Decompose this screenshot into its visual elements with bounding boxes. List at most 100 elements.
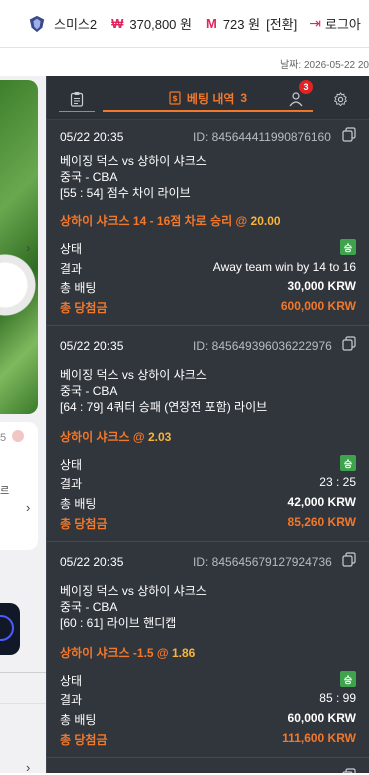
result-row: 결과 23 : 25 xyxy=(60,475,356,491)
payout-value: 111,600 KRW xyxy=(282,731,356,745)
notification-badge: 3 xyxy=(299,80,313,94)
divider xyxy=(0,672,46,673)
mileage-icon: M xyxy=(205,16,217,31)
result-label: 결과 xyxy=(60,477,83,491)
match-name: 베이징 덕스 vs 상하이 샤크스 xyxy=(60,368,207,382)
money-icon: ₩ xyxy=(111,16,124,31)
copy-icon[interactable] xyxy=(342,768,356,773)
stake-label: 총 배팅 xyxy=(60,281,97,295)
result-value: 23 : 25 xyxy=(319,475,356,489)
sub-header: 날짜: 2026-05-22 20 xyxy=(0,48,369,76)
stake-value: 42,000 KRW xyxy=(287,495,356,509)
bet-odds: 1.86 xyxy=(171,646,196,660)
stake-label: 총 배팅 xyxy=(60,713,97,727)
bet-selection: 상하이 샤크스 -1.5 @ 1.86 xyxy=(60,644,195,661)
bet-selection: 상하이 샤크스 @ 2.03 xyxy=(60,428,171,445)
status-label: 상태 xyxy=(60,674,83,688)
bet-date: 05/22 20:35 xyxy=(60,130,124,144)
gear-icon xyxy=(333,91,347,106)
mileage-balance: 723 원 xyxy=(222,17,261,32)
team-logo-icon xyxy=(12,430,24,442)
promo-card[interactable] xyxy=(0,603,20,655)
payout-label: 총 당첨금 xyxy=(60,517,108,531)
svg-text:$: $ xyxy=(172,94,178,103)
receipt-icon: $ xyxy=(169,91,181,105)
match-name: 베이징 덕스 vs 상하이 샤크스 xyxy=(60,154,207,168)
league-name: 중국 - CBA xyxy=(60,600,118,614)
league-name: 중국 - CBA xyxy=(60,170,118,184)
game-card-text: 5 xyxy=(0,432,7,444)
bet-id: ID: 845644411990876160 xyxy=(193,130,331,144)
status-label: 상태 xyxy=(60,242,83,256)
market-name: [64 : 79] 4쿼터 승패 (연장전 포함) 라이브 xyxy=(60,400,268,414)
divider xyxy=(0,703,46,704)
stake-row: 총 배팅 60,000 KRW xyxy=(60,711,356,727)
ring-icon xyxy=(0,615,14,641)
copy-icon[interactable] xyxy=(342,336,356,351)
stake-value: 30,000 KRW xyxy=(287,279,356,293)
stake-row: 총 배팅 30,000 KRW xyxy=(60,279,356,295)
bet-date: 05/22 20:35 xyxy=(60,339,124,353)
payout-label: 총 당첨금 xyxy=(60,301,108,315)
market-name: [55 : 54] 점수 차이 라이브 xyxy=(60,186,191,200)
chevron-right-icon[interactable]: › xyxy=(26,240,30,255)
game-banner-image[interactable] xyxy=(0,80,38,414)
result-label: 결과 xyxy=(60,262,83,276)
stake-label: 총 배팅 xyxy=(60,497,97,511)
convert-button[interactable]: [전환] xyxy=(266,14,297,33)
chevron-right-icon[interactable]: › xyxy=(26,500,30,515)
market-name: [60 : 61] 라이브 핸디캡 xyxy=(60,616,177,630)
result-value: 85 : 99 xyxy=(319,691,356,705)
match-name: 베이징 덕스 vs 상하이 샤크스 xyxy=(60,584,207,598)
panel-tabs: $ 베팅 내역 3 3 xyxy=(47,76,369,120)
bet-selection: 상하이 샤크스 14 - 16점 차로 승리 @ 20.00 xyxy=(60,212,281,229)
stake-value: 60,000 KRW xyxy=(287,711,356,725)
payout-value: 600,000 KRW xyxy=(280,299,356,313)
copy-icon[interactable] xyxy=(342,552,356,567)
logout-button[interactable]: 로그아 xyxy=(325,14,361,33)
payout-row: 총 당첨금 111,600 KRW xyxy=(60,731,356,747)
payout-value: 85,260 KRW xyxy=(287,515,356,529)
status-row: 상태 승 xyxy=(60,455,356,472)
result-label: 결과 xyxy=(60,693,83,707)
bet-odds: 2.03 xyxy=(147,430,172,444)
league-name: 중국 - CBA xyxy=(60,384,118,398)
status-label: 상태 xyxy=(60,458,83,472)
money-balance: 370,800 원 xyxy=(129,17,192,32)
username[interactable]: 스미스2 xyxy=(54,14,97,33)
bet-history-panel: $ 베팅 내역 3 3 05/22 20:35 ID: 845644411990… xyxy=(46,76,369,773)
stake-row: 총 배팅 42,000 KRW xyxy=(60,495,356,511)
payout-label: 총 당첨금 xyxy=(60,733,108,747)
bet-card: 05/22 20:35 ID: 845645679127924736 베이징 덕… xyxy=(47,542,369,758)
rank-badge-icon xyxy=(29,15,45,32)
result-value: Away team win by 14 to 16 xyxy=(212,260,356,274)
result-row: 결과 Away team win by 14 to 16 xyxy=(60,260,356,276)
status-badge: 승 xyxy=(340,671,356,687)
game-card-text: 르 xyxy=(0,486,10,497)
bet-card: 05/22 20:35 ID: 845644411990876160 베이징 덕… xyxy=(47,120,369,326)
clipboard-icon xyxy=(70,91,84,107)
top-bar: 스미스2 ₩ 370,800 원 M 723 원 [전환] ⇥ 로그아 xyxy=(0,0,369,48)
bet-odds: 20.00 xyxy=(250,214,281,228)
bet-card xyxy=(47,758,369,773)
bet-selection-label: 상하이 샤크스 -1.5 @ xyxy=(60,646,169,660)
payout-row: 총 당첨금 600,000 KRW xyxy=(60,299,356,315)
tab-bet-slip[interactable] xyxy=(59,86,95,112)
logout-icon[interactable]: ⇥ xyxy=(309,15,321,32)
status-row: 상태 승 xyxy=(60,239,356,256)
tab-bet-history-count: 3 xyxy=(240,91,248,105)
game-card[interactable]: 5 르 xyxy=(0,422,38,550)
bet-id: ID: 845649396036222976 xyxy=(193,339,332,353)
tab-settings[interactable] xyxy=(325,86,355,112)
bet-card: 05/22 20:35 ID: 845649396036222976 베이징 덕… xyxy=(47,326,369,542)
result-row: 결과 85 : 99 xyxy=(60,691,356,707)
tab-bet-history-label: 베팅 내역 xyxy=(186,91,235,106)
current-date: 날짜: 2026-05-22 20 xyxy=(279,60,369,71)
payout-row: 총 당첨금 85,260 KRW xyxy=(60,515,356,531)
status-badge: 승 xyxy=(340,239,356,255)
status-badge: 승 xyxy=(340,455,356,471)
bet-date: 05/22 20:35 xyxy=(60,555,124,569)
bet-id: ID: 845645679127924736 xyxy=(193,555,332,569)
copy-icon[interactable] xyxy=(342,127,356,142)
status-row: 상태 승 xyxy=(60,671,356,688)
